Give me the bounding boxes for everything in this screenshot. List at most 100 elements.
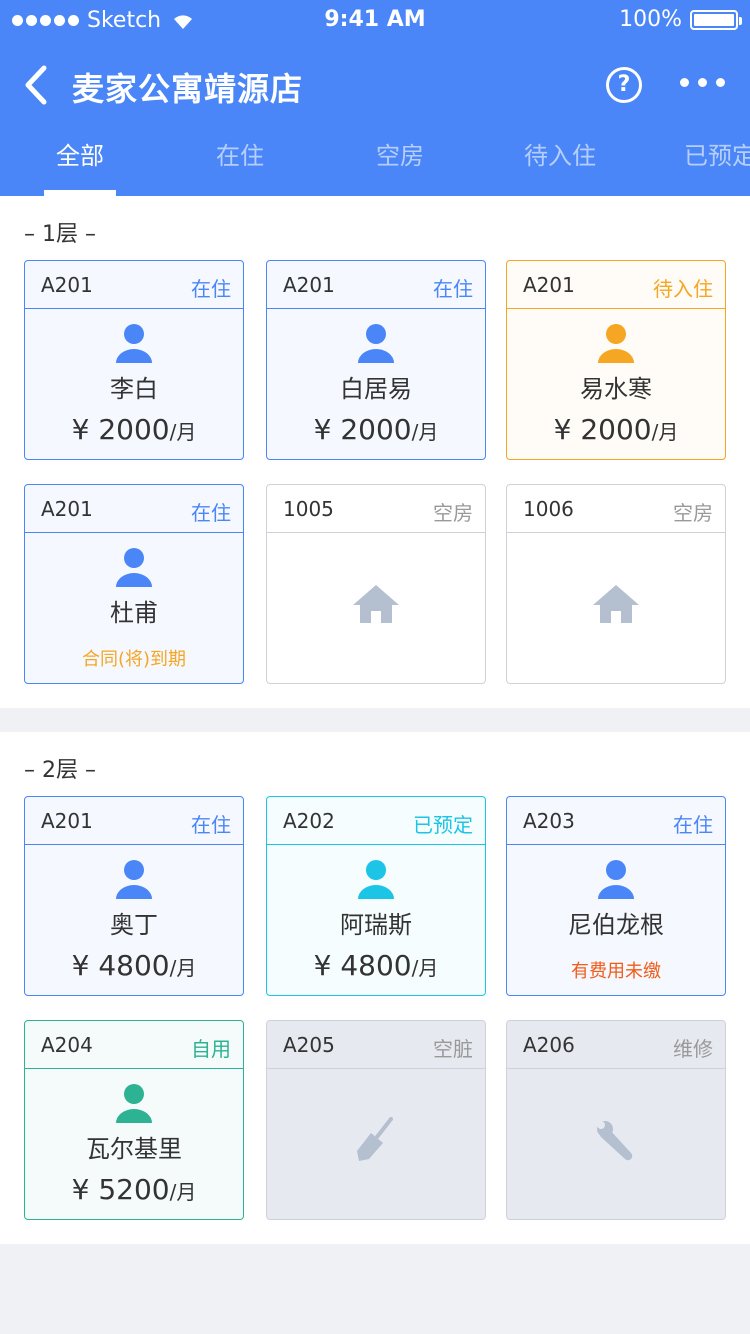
room-status: 维修 <box>673 1037 713 1061</box>
room-number: A205 <box>283 1033 335 1057</box>
rent-unit: /月 <box>651 420 679 444</box>
battery-icon <box>690 9 742 30</box>
tenant-name: 瓦尔基里 <box>86 1135 182 1163</box>
room-status: 在住 <box>433 277 473 301</box>
tenant-name: 杜甫 <box>110 599 158 627</box>
room-status: 自用 <box>191 1037 231 1061</box>
room-number: A201 <box>523 273 575 297</box>
room-number: A201 <box>41 497 93 521</box>
room-card[interactable]: A202 已预定 阿瑞斯 ¥ 4800/月 <box>266 796 486 996</box>
card-header: A201 在住 <box>267 261 485 309</box>
app-header: Sketch 9:41 AM 100% 麦家公寓靖源店 ? 全部 在住 空房 待… <box>0 0 750 196</box>
room-card[interactable]: A206 维修 <box>506 1020 726 1220</box>
broom-icon <box>357 1117 393 1161</box>
room-number: A201 <box>283 273 335 297</box>
person-icon <box>358 324 394 363</box>
nav-bar: 麦家公寓靖源店 ? <box>0 50 750 120</box>
room-number: A201 <box>41 273 93 297</box>
room-number: A204 <box>41 1033 93 1057</box>
filter-tabs: 全部 在住 空房 待入住 已预定 <box>0 130 750 196</box>
rent-price: ¥ 2000/月 <box>507 413 725 446</box>
rent-unit: /月 <box>169 956 197 980</box>
back-arrow-icon[interactable] <box>18 62 58 108</box>
tenant-name: 易水寒 <box>580 375 652 403</box>
room-card[interactable]: A201 待入住 易水寒 ¥ 2000/月 <box>506 260 726 460</box>
person-icon <box>598 860 634 899</box>
room-status: 在住 <box>191 277 231 301</box>
tenant-name: 李白 <box>110 375 158 403</box>
rent-price: ¥ 5200/月 <box>25 1173 243 1206</box>
room-number: A203 <box>523 809 575 833</box>
card-header: A201 在住 <box>25 261 243 309</box>
room-status: 在住 <box>673 813 713 837</box>
rent-unit: /月 <box>169 1180 197 1204</box>
person-icon <box>116 324 152 363</box>
battery-percent: 100% <box>619 7 682 32</box>
room-status: 空脏 <box>433 1037 473 1061</box>
person-icon <box>598 324 634 363</box>
rent-price: ¥ 4800/月 <box>25 949 243 982</box>
card-header: A203 在住 <box>507 797 725 845</box>
tenant-name: 奥丁 <box>110 911 158 939</box>
room-status: 空房 <box>673 501 713 525</box>
house-icon <box>353 585 399 623</box>
room-status: 在住 <box>191 813 231 837</box>
card-header: A206 维修 <box>507 1021 725 1069</box>
room-card[interactable]: 1006 空房 <box>506 484 726 684</box>
card-header: 1006 空房 <box>507 485 725 533</box>
room-card[interactable]: A203 在住 尼伯龙根 有费用未缴 <box>506 796 726 996</box>
rent-amount: ¥ 2000 <box>553 413 652 446</box>
room-status: 已预定 <box>413 813 473 837</box>
room-card[interactable]: A201 在住 李白 ¥ 2000/月 <box>24 260 244 460</box>
tenant-name: 白居易 <box>340 375 412 403</box>
room-card[interactable]: 1005 空房 <box>266 484 486 684</box>
card-header: A202 已预定 <box>267 797 485 845</box>
more-icon[interactable] <box>680 78 725 87</box>
tab-all[interactable]: 全部 <box>56 136 104 171</box>
wrench-icon <box>597 1121 633 1161</box>
room-card[interactable]: A204 自用 瓦尔基里 ¥ 5200/月 <box>24 1020 244 1220</box>
rent-amount: ¥ 5200 <box>71 1173 170 1206</box>
floor-label: – 1层 – <box>24 222 96 247</box>
help-icon[interactable]: ? <box>606 67 642 103</box>
room-number: A206 <box>523 1033 575 1057</box>
card-header: A205 空脏 <box>267 1021 485 1069</box>
room-number: 1005 <box>283 497 334 521</box>
room-card[interactable]: A205 空脏 <box>266 1020 486 1220</box>
card-header: 1005 空房 <box>267 485 485 533</box>
page-title: 麦家公寓靖源店 <box>72 70 304 108</box>
rent-amount: ¥ 2000 <box>313 413 412 446</box>
card-header: A201 待入住 <box>507 261 725 309</box>
room-card[interactable]: A201 在住 杜甫 合同(将)到期 <box>24 484 244 684</box>
tab-reserved[interactable]: 已预定 <box>684 136 750 171</box>
tab-occupied[interactable]: 在住 <box>216 136 264 171</box>
room-status: 空房 <box>433 501 473 525</box>
card-header: A201 在住 <box>25 797 243 845</box>
tab-vacant[interactable]: 空房 <box>376 136 424 171</box>
room-number: A202 <box>283 809 335 833</box>
rent-unit: /月 <box>169 420 197 444</box>
person-icon <box>116 860 152 899</box>
rent-price: ¥ 2000/月 <box>267 413 485 446</box>
floor-section-2: – 2层 – A201 在住 奥丁 ¥ 4800/月 A202 已预定 阿瑞斯 … <box>0 732 750 1244</box>
person-icon <box>358 860 394 899</box>
tab-pending[interactable]: 待入住 <box>524 136 596 171</box>
rent-unit: /月 <box>411 420 439 444</box>
house-icon <box>593 585 639 623</box>
room-status: 待入住 <box>653 277 713 301</box>
room-number: A201 <box>41 809 93 833</box>
room-card[interactable]: A201 在住 奥丁 ¥ 4800/月 <box>24 796 244 996</box>
rent-price: ¥ 4800/月 <box>267 949 485 982</box>
room-card[interactable]: A201 在住 白居易 ¥ 2000/月 <box>266 260 486 460</box>
rent-amount: ¥ 2000 <box>71 413 170 446</box>
room-status: 在住 <box>191 501 231 525</box>
person-icon <box>116 1084 152 1123</box>
contract-expiry-note: 合同(将)到期 <box>81 649 187 670</box>
tenant-name: 阿瑞斯 <box>340 911 412 939</box>
card-header: A201 在住 <box>25 485 243 533</box>
rent-unit: /月 <box>411 956 439 980</box>
floor-section-1: – 1层 – A201 在住 李白 ¥ 2000/月 A201 在住 白居易 ¥… <box>0 196 750 708</box>
status-bar: Sketch 9:41 AM 100% <box>0 0 750 40</box>
person-icon <box>116 548 152 587</box>
tenant-name: 尼伯龙根 <box>568 911 664 939</box>
